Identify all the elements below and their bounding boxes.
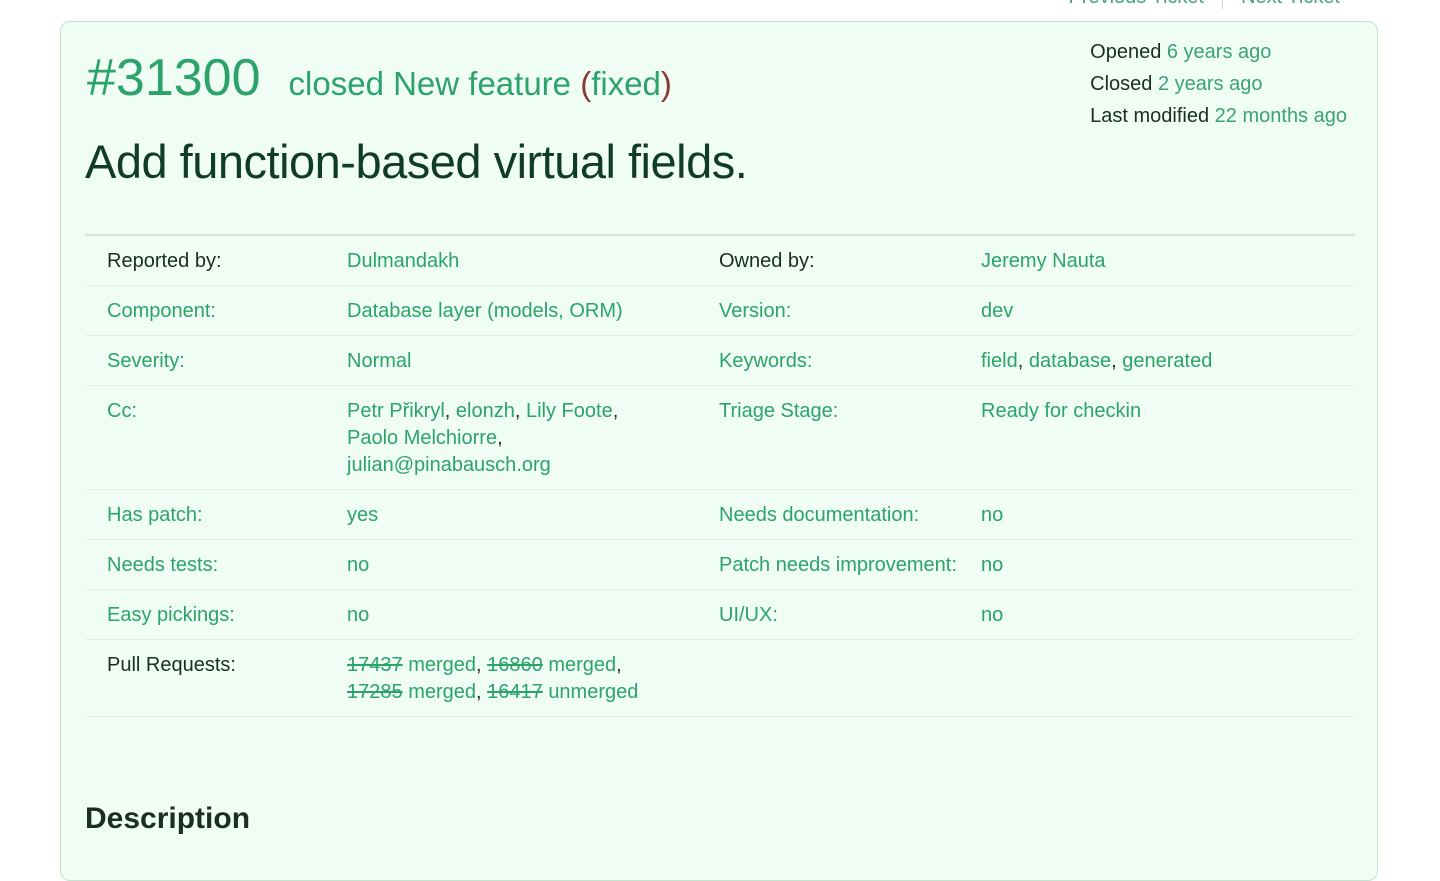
nav-divider	[1222, 0, 1224, 9]
opened-date-link[interactable]: 6 years ago	[1167, 41, 1272, 63]
modified-date: Last modified 22 months ago	[1090, 105, 1347, 127]
patch-needs-improvement-value[interactable]: no	[981, 552, 1355, 579]
ticket-dates: Opened 6 years ago Closed 2 years ago La…	[1090, 36, 1347, 132]
ticket-id[interactable]: #31300	[87, 48, 261, 108]
pull-request-link[interactable]: 17437	[347, 654, 403, 676]
opened-date: Opened 6 years ago	[1090, 41, 1272, 63]
cc-user-link[interactable]: elonzh	[456, 400, 515, 422]
cc-value: Petr Přikryl, elonzh, Lily Foote, Paolo …	[347, 400, 619, 476]
status-value[interactable]: closed	[289, 65, 384, 102]
ticket-panel: Opened 6 years ago Closed 2 years ago La…	[60, 21, 1378, 881]
table-row: Easy pickings: no UI/UX: no	[85, 590, 1355, 640]
has-patch-label[interactable]: Has patch:	[85, 502, 347, 529]
severity-label[interactable]: Severity:	[85, 348, 347, 375]
previous-ticket-link[interactable]: Previous Ticket	[1068, 0, 1204, 9]
table-row: Has patch: yes Needs documentation: no	[85, 490, 1355, 540]
owned-by-value[interactable]: Jeremy Nauta	[981, 248, 1355, 275]
ui-ux-label[interactable]: UI/UX:	[719, 602, 981, 629]
closed-date: Closed 2 years ago	[1090, 73, 1263, 95]
description-heading: Description	[85, 802, 251, 835]
ticket-status: closed New feature (fixed)	[288, 65, 672, 102]
triage-stage-value[interactable]: Ready for checkin	[981, 398, 1355, 479]
pull-request-link[interactable]: 17285	[347, 681, 403, 703]
owned-by-label: Owned by:	[719, 250, 815, 272]
cc-user-link[interactable]: julian@pinabausch.org	[347, 454, 551, 476]
component-label[interactable]: Component:	[85, 298, 347, 325]
needs-documentation-label[interactable]: Needs documentation:	[719, 502, 981, 529]
ticket-summary: Add function-based virtual fields.	[85, 135, 748, 188]
cc-label[interactable]: Cc:	[85, 398, 347, 479]
pull-request-state: unmerged	[548, 681, 639, 703]
closed-date-link[interactable]: 2 years ago	[1158, 73, 1263, 95]
reported-by-value[interactable]: Dulmandakh	[347, 248, 719, 275]
ticket-resolution[interactable]: fixed	[591, 65, 661, 102]
easy-pickings-value[interactable]: no	[347, 602, 719, 629]
reported-by-label: Reported by:	[107, 250, 222, 272]
pull-request-link[interactable]: 16860	[487, 654, 543, 676]
easy-pickings-label[interactable]: Easy pickings:	[85, 602, 347, 629]
cc-user-link[interactable]: Lily Foote	[526, 400, 613, 422]
keyword-link[interactable]: database	[1029, 350, 1111, 372]
component-value[interactable]: Database layer (models, ORM)	[347, 298, 719, 325]
ui-ux-value[interactable]: no	[981, 602, 1355, 629]
cc-user-link[interactable]: Petr Přikryl	[347, 400, 445, 422]
pull-requests-value: 17437 merged, 16860 merged, 17285 merged…	[347, 654, 639, 703]
version-value[interactable]: dev	[981, 298, 1355, 325]
keywords-value: field, database, generated	[981, 350, 1213, 372]
triage-stage-label[interactable]: Triage Stage:	[719, 398, 981, 479]
has-patch-value[interactable]: yes	[347, 502, 719, 529]
pull-request-state: merged	[408, 681, 476, 703]
pull-request-state: merged	[408, 654, 476, 676]
next-ticket-link[interactable]: Next Ticket	[1241, 0, 1340, 9]
pull-request-state: merged	[548, 654, 617, 676]
modified-date-link[interactable]: 22 months ago	[1215, 105, 1347, 127]
needs-tests-value[interactable]: no	[347, 552, 719, 579]
severity-value[interactable]: Normal	[347, 348, 719, 375]
keyword-link[interactable]: field	[981, 350, 1018, 372]
table-row: Reported by: Dulmandakh Owned by: Jeremy…	[85, 236, 1355, 286]
cc-user-link[interactable]: Paolo Melchiorre	[347, 427, 497, 449]
ticket-header: #31300 closed New feature (fixed)	[87, 48, 672, 108]
keyword-link[interactable]: generated	[1122, 350, 1212, 372]
table-row: Component: Database layer (models, ORM) …	[85, 286, 1355, 336]
table-row: Pull Requests: 17437 merged, 16860 merge…	[85, 640, 1355, 717]
table-row: Cc: Petr Přikryl, elonzh, Lily Foote, Pa…	[85, 386, 1355, 490]
pull-requests-label: Pull Requests:	[107, 654, 236, 676]
needs-documentation-value[interactable]: no	[981, 502, 1355, 529]
table-row: Severity: Normal Keywords: field, databa…	[85, 336, 1355, 386]
table-row: Needs tests: no Patch needs improvement:…	[85, 540, 1355, 590]
patch-needs-improvement-label[interactable]: Patch needs improvement:	[719, 552, 959, 579]
ticket-navigation: Previous Ticket Next Ticket	[1068, 0, 1340, 9]
ticket-type[interactable]: New feature	[393, 65, 571, 102]
needs-tests-label[interactable]: Needs tests:	[85, 552, 347, 579]
ticket-properties: Reported by: Dulmandakh Owned by: Jeremy…	[85, 234, 1355, 717]
version-label[interactable]: Version:	[719, 298, 981, 325]
keywords-label[interactable]: Keywords:	[719, 348, 981, 375]
pull-request-link[interactable]: 16417	[487, 681, 543, 703]
